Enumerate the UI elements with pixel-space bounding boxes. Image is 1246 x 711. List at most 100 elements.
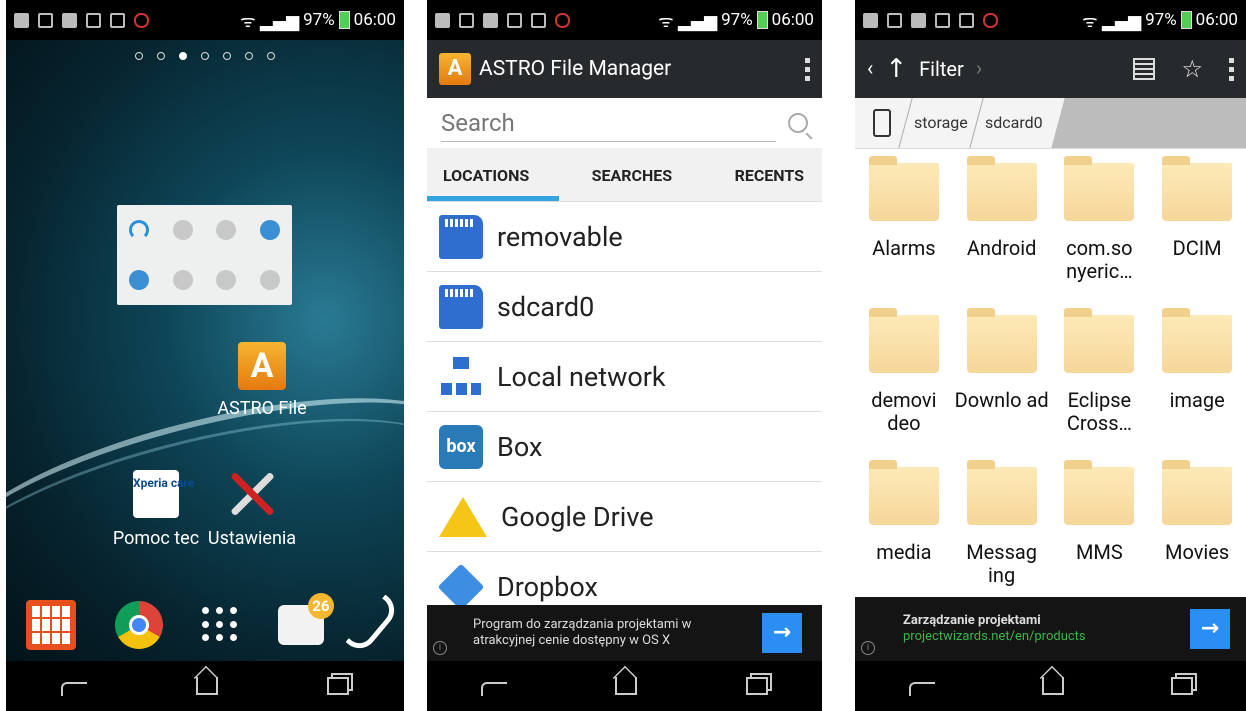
notification-icon <box>483 12 498 28</box>
data-sync-toggle-icon[interactable] <box>260 220 281 240</box>
home-icon[interactable] <box>615 677 638 695</box>
folder-label: Movies <box>1165 540 1230 564</box>
volume-toggle-icon[interactable] <box>128 270 149 290</box>
astro-app-icon: A <box>238 342 286 390</box>
folder-label: Eclipse Cross… <box>1066 388 1132 435</box>
wifi-toggle-icon[interactable] <box>128 220 149 240</box>
folder-item[interactable]: Movies <box>1148 460 1246 615</box>
app-label: Ustawienia <box>207 528 297 549</box>
search-icon[interactable] <box>788 113 808 133</box>
action-bar: A ASTRO File Manager <box>427 40 822 98</box>
crumb-storage[interactable]: storage <box>898 98 983 148</box>
chevron-right-icon[interactable]: › <box>976 57 982 81</box>
folder-item[interactable]: Downlo ad <box>953 308 1051 463</box>
notification-icon <box>62 12 77 28</box>
folder-label: com.so nyeric… <box>1066 236 1133 283</box>
list-view-icon[interactable] <box>1133 58 1156 80</box>
crumb-sdcard0[interactable]: sdcard0 <box>969 98 1058 148</box>
ad-banner[interactable]: Program do zarządzania projektami w atra… <box>427 605 822 661</box>
filter-button[interactable]: Filter <box>919 57 964 81</box>
ad-banner[interactable]: Zarządzanie projektami projectwizards.ne… <box>855 597 1246 661</box>
app-label: Pomoc tec <box>112 528 200 549</box>
location-item-sdcard0[interactable]: sdcard0 <box>427 272 822 342</box>
location-item-removable[interactable]: removable <box>427 202 822 272</box>
chevron-left-icon[interactable]: ‹ <box>867 57 873 81</box>
folder-icon <box>1064 156 1135 221</box>
location-label: Dropbox <box>497 570 598 603</box>
device-icon[interactable] <box>873 109 891 137</box>
folder-icon <box>966 460 1037 525</box>
folder-item[interactable]: Android <box>953 156 1051 311</box>
crossword-app-icon[interactable] <box>25 600 76 650</box>
folder-item[interactable]: media <box>855 460 953 615</box>
home-icon[interactable] <box>1041 677 1064 695</box>
tab-locations[interactable]: LOCATIONS <box>443 166 529 185</box>
tab-searches[interactable]: SEARCHES <box>592 166 672 185</box>
overflow-menu-icon[interactable] <box>1229 57 1234 81</box>
back-icon[interactable] <box>481 682 508 696</box>
roaming-toggle-icon[interactable] <box>260 270 281 290</box>
navigation-bar <box>855 661 1246 711</box>
phone-app-icon[interactable] <box>345 594 402 656</box>
search-row <box>427 98 822 149</box>
location-item-local-network[interactable]: Local network <box>427 342 822 412</box>
folder-item[interactable]: com.so nyeric… <box>1051 156 1149 311</box>
bluetooth-toggle-icon[interactable] <box>172 220 193 240</box>
brightness-toggle-icon[interactable] <box>216 220 237 240</box>
quick-settings-widget <box>117 205 292 305</box>
battery-percent: 97% <box>1145 10 1177 30</box>
page-dot <box>135 52 143 60</box>
recent-apps-icon[interactable] <box>1170 677 1193 695</box>
navigation-bar <box>6 661 404 711</box>
folder-item[interactable]: MMS <box>1051 460 1149 615</box>
search-input[interactable] <box>441 104 776 142</box>
folder-icon <box>1064 460 1135 525</box>
folder-item[interactable]: DCIM <box>1148 156 1246 311</box>
tab-recents[interactable]: RECENTS <box>735 166 804 185</box>
sd-card-icon <box>439 214 483 259</box>
ad-info-icon[interactable]: i <box>861 641 875 655</box>
folder-item[interactable]: demovi deo <box>855 308 953 463</box>
astro-app-shortcut[interactable]: A ASTRO File <box>202 342 322 419</box>
notification-icon <box>863 12 878 28</box>
location-item-box[interactable]: box Box <box>427 412 822 482</box>
messaging-app-icon[interactable]: 26 <box>277 593 334 645</box>
settings-tools-icon <box>228 470 276 518</box>
location-item-google-drive[interactable]: Google Drive <box>427 482 822 552</box>
back-icon[interactable] <box>60 682 87 696</box>
ad-arrow-icon[interactable]: → <box>762 613 802 653</box>
mcafee-icon <box>983 12 998 28</box>
back-icon[interactable] <box>908 682 935 696</box>
gps-toggle-icon[interactable] <box>172 270 193 290</box>
tab-bar: LOCATIONS SEARCHES RECENTS <box>427 149 822 202</box>
recent-apps-icon[interactable] <box>327 677 350 695</box>
battery-icon <box>338 11 350 29</box>
recent-apps-icon[interactable] <box>745 677 768 695</box>
notification-icon <box>959 12 974 28</box>
astro-locations-phone: ᯤ ▂▄▆ 97% 06:00 A ASTRO File Manager LOC… <box>427 0 822 711</box>
chrome-app-icon[interactable] <box>115 601 164 649</box>
airplane-toggle-icon[interactable] <box>216 270 237 290</box>
navigation-bar <box>427 661 822 711</box>
overflow-menu-icon[interactable] <box>805 57 810 81</box>
notification-icon <box>14 12 29 28</box>
up-arrow-icon[interactable]: ↑ <box>885 54 907 84</box>
page-indicator <box>6 52 404 60</box>
folder-item[interactable]: image <box>1148 308 1246 463</box>
notification-icon <box>110 12 125 28</box>
folder-item[interactable]: Eclipse Cross… <box>1051 308 1149 463</box>
page-dot <box>223 52 231 60</box>
notification-icon <box>459 12 474 28</box>
home-icon[interactable] <box>195 677 218 695</box>
settings-shortcut[interactable]: Ustawienia <box>202 470 302 549</box>
ad-text: atrakcyjnej cenie dostępny w OS X <box>473 633 671 648</box>
ad-link[interactable]: projectwizards.net/en/products <box>903 629 1086 645</box>
ad-arrow-icon[interactable]: → <box>1190 609 1230 649</box>
star-icon[interactable]: ☆ <box>1181 55 1203 83</box>
ad-info-icon[interactable]: i <box>433 641 447 655</box>
xperia-care-shortcut[interactable]: Xperia care Pomoc tec <box>104 470 208 549</box>
app-drawer-icon[interactable] <box>202 607 238 643</box>
folder-item[interactable]: Alarms <box>855 156 953 311</box>
clock: 06:00 <box>771 10 814 30</box>
folder-item[interactable]: Messag ing <box>953 460 1051 615</box>
